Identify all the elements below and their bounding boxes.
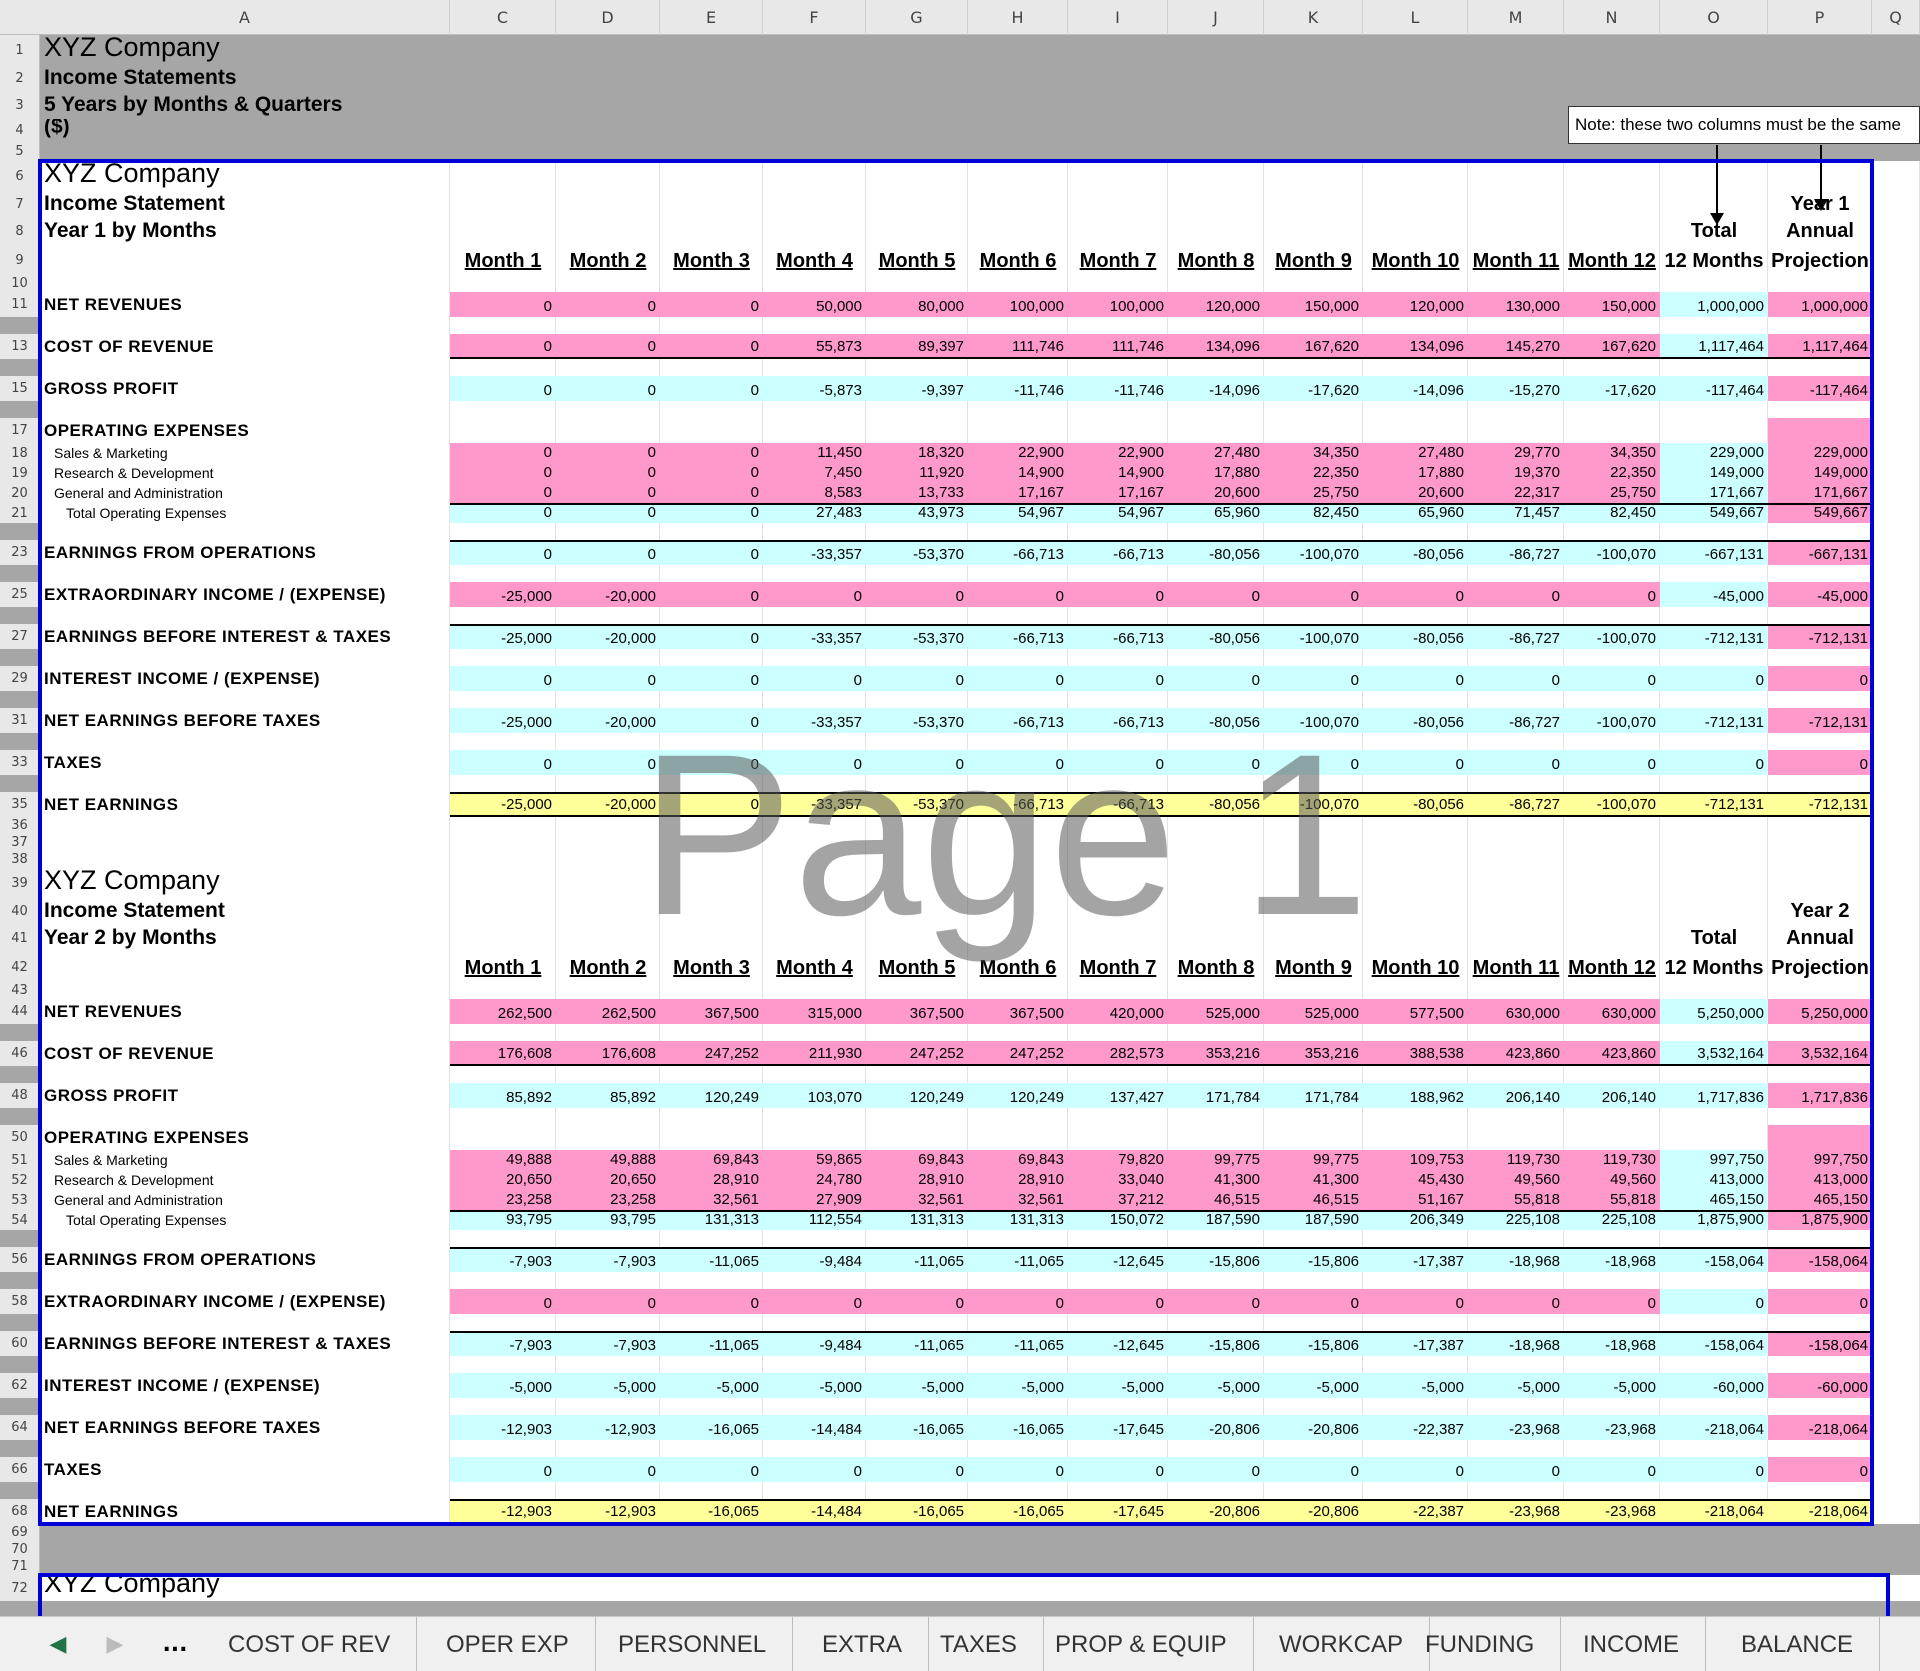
- column-header-h[interactable]: H: [968, 0, 1068, 35]
- column-header-c[interactable]: C: [450, 0, 556, 35]
- row-number[interactable]: 8: [0, 218, 40, 245]
- row-number[interactable]: 62: [0, 1373, 40, 1398]
- row-number[interactable]: 40: [0, 898, 40, 925]
- sheet-tab-balance[interactable]: BALANCE: [1715, 1617, 1881, 1671]
- row-number[interactable]: 50: [0, 1125, 40, 1150]
- row-number[interactable]: 31: [0, 708, 40, 733]
- row-number[interactable]: 39: [0, 868, 40, 898]
- tab-scroll-right-button[interactable]: ▶: [90, 1617, 140, 1671]
- row-number[interactable]: 1: [0, 35, 40, 65]
- row-69: 69: [0, 1524, 1920, 1541]
- header-units[interactable]: ($): [40, 119, 450, 141]
- column-header-j[interactable]: J: [1168, 0, 1264, 35]
- row-5: 5: [0, 141, 1920, 161]
- row-number[interactable]: 17: [0, 418, 40, 443]
- header-company[interactable]: XYZ Company: [40, 35, 556, 65]
- row-number[interactable]: 6: [0, 161, 40, 191]
- row-number[interactable]: 37: [0, 834, 40, 851]
- column-header-f[interactable]: F: [763, 0, 866, 35]
- sheet-tab-cost-of-rev[interactable]: COST OF REV: [202, 1617, 418, 1671]
- row-number[interactable]: 71: [0, 1558, 40, 1575]
- column-header-k[interactable]: K: [1264, 0, 1363, 35]
- page-boundary: [38, 159, 1874, 1526]
- column-header-q[interactable]: Q: [1872, 0, 1920, 35]
- row-number[interactable]: 54: [0, 1210, 40, 1230]
- row-number[interactable]: 5: [0, 141, 40, 161]
- row-number[interactable]: 51: [0, 1150, 40, 1170]
- row-number[interactable]: 66: [0, 1457, 40, 1482]
- row-number[interactable]: 35: [0, 792, 40, 817]
- row-number[interactable]: 46: [0, 1041, 40, 1066]
- row-number[interactable]: 29: [0, 666, 40, 691]
- sheet-tab-oper-exp[interactable]: OPER EXP: [420, 1617, 596, 1671]
- column-header-p[interactable]: P: [1768, 0, 1872, 35]
- sheet-tab-extra[interactable]: EXTRA: [796, 1617, 930, 1671]
- row-number[interactable]: 10: [0, 275, 40, 292]
- column-header-g[interactable]: G: [866, 0, 968, 35]
- sheet-tab-taxes[interactable]: TAXES: [914, 1617, 1044, 1671]
- header-period[interactable]: 5 Years by Months & Quarters: [40, 92, 660, 119]
- row-number[interactable]: 21: [0, 503, 40, 523]
- row-number[interactable]: 41: [0, 925, 40, 952]
- row-number[interactable]: 72: [0, 1575, 40, 1601]
- row-number[interactable]: 44: [0, 999, 40, 1024]
- row-1: 1 XYZ Company: [0, 35, 1920, 65]
- row-number[interactable]: 7: [0, 191, 40, 218]
- row-70: 70: [0, 1541, 1920, 1558]
- sheet-tab-personnel[interactable]: PERSONNEL: [592, 1617, 794, 1671]
- row-number[interactable]: 48: [0, 1083, 40, 1108]
- tab-scroll-left-button[interactable]: ◀: [33, 1617, 83, 1671]
- column-header-e[interactable]: E: [660, 0, 763, 35]
- column-header-i[interactable]: I: [1068, 0, 1168, 35]
- row-number[interactable]: 33: [0, 750, 40, 775]
- row-number[interactable]: 70: [0, 1541, 40, 1558]
- row-number[interactable]: 60: [0, 1331, 40, 1356]
- spreadsheet-window: ACDEFGHIJKLMNOPQ 1 XYZ Company 2 Income Sta…: [0, 0, 1920, 1671]
- column-header-d[interactable]: D: [556, 0, 660, 35]
- row-number[interactable]: 43: [0, 982, 40, 999]
- row-number[interactable]: 38: [0, 851, 40, 868]
- row-number[interactable]: 36: [0, 817, 40, 834]
- row-number[interactable]: 53: [0, 1190, 40, 1210]
- column-header-m[interactable]: M: [1468, 0, 1564, 35]
- row-number[interactable]: 15: [0, 376, 40, 401]
- row-number[interactable]: 58: [0, 1289, 40, 1314]
- row-number[interactable]: 42: [0, 952, 40, 982]
- row-number[interactable]: 13: [0, 334, 40, 359]
- row-number[interactable]: 2: [0, 65, 40, 92]
- row-number[interactable]: 68: [0, 1499, 40, 1524]
- row-number[interactable]: 19: [0, 463, 40, 483]
- column-header-o[interactable]: O: [1660, 0, 1768, 35]
- tab-ellipsis-button[interactable]: ...: [150, 1617, 200, 1671]
- row-number[interactable]: 4: [0, 119, 40, 141]
- row-number[interactable]: 56: [0, 1247, 40, 1272]
- header-subtitle[interactable]: Income Statements: [40, 65, 556, 92]
- row-number[interactable]: 23: [0, 540, 40, 565]
- row-number[interactable]: 27: [0, 624, 40, 649]
- row-number[interactable]: 69: [0, 1524, 40, 1541]
- row-number[interactable]: 9: [0, 245, 40, 275]
- sheet-tab-prop-equip[interactable]: PROP & EQUIP: [1029, 1617, 1254, 1671]
- column-header-l[interactable]: L: [1363, 0, 1468, 35]
- row-number[interactable]: 11: [0, 292, 40, 317]
- row-number[interactable]: 25: [0, 582, 40, 607]
- sheet-tab-income[interactable]: INCOME: [1557, 1617, 1706, 1671]
- sheet-tab-funding[interactable]: FUNDING: [1399, 1617, 1562, 1671]
- row-2: 2 Income Statements: [0, 65, 1920, 92]
- row-number[interactable]: 3: [0, 92, 40, 119]
- row-number[interactable]: 18: [0, 443, 40, 463]
- column-header-bar: ACDEFGHIJKLMNOPQ: [0, 0, 1920, 35]
- note-textbox[interactable]: Note: these two columns must be the same: [1568, 106, 1920, 144]
- column-header-n[interactable]: N: [1564, 0, 1660, 35]
- row-number[interactable]: 20: [0, 483, 40, 503]
- column-header-a[interactable]: A: [40, 0, 450, 35]
- sheet-tab-bar: ◀ ▶ ... COST OF REV OPER EXP PERSONNEL EXTR…: [0, 1616, 1920, 1671]
- row-number[interactable]: 64: [0, 1415, 40, 1440]
- row-number[interactable]: 52: [0, 1170, 40, 1190]
